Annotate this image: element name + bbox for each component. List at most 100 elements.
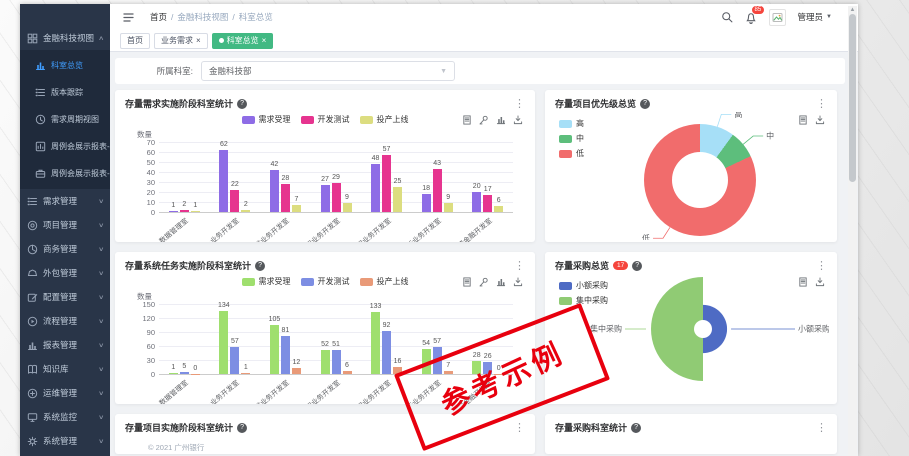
legend-item[interactable]: 需求受理 bbox=[242, 114, 291, 125]
sidebar-item-商务管理[interactable]: 商务管理∨ bbox=[20, 237, 110, 261]
sidebar-item-周例会展示报表-项目[interactable]: 周例会展示报表-项目 bbox=[20, 133, 110, 160]
sidebar-item-配置管理[interactable]: 配置管理∨ bbox=[20, 285, 110, 309]
tab-科室总览[interactable]: 科室总览× bbox=[212, 33, 274, 49]
bar[interactable] bbox=[292, 205, 301, 212]
magic-type-icon[interactable] bbox=[496, 115, 506, 125]
close-icon[interactable]: × bbox=[196, 37, 201, 45]
more-menu-icon[interactable]: ⋮ bbox=[816, 261, 827, 271]
bar[interactable] bbox=[180, 372, 189, 374]
bar-value: 1 bbox=[235, 364, 257, 371]
help-icon[interactable]: ? bbox=[255, 261, 265, 271]
help-icon[interactable]: ? bbox=[237, 99, 247, 109]
bar[interactable] bbox=[444, 203, 453, 212]
more-menu-icon[interactable]: ⋮ bbox=[514, 99, 525, 109]
help-icon[interactable]: ? bbox=[631, 423, 641, 433]
bar[interactable] bbox=[292, 368, 301, 374]
save-image-icon[interactable] bbox=[513, 277, 523, 287]
briefcase-icon bbox=[35, 168, 46, 179]
notification-badge: 85 bbox=[752, 6, 765, 14]
bar[interactable] bbox=[180, 210, 189, 212]
legend-item[interactable]: 需求受理 bbox=[242, 276, 291, 287]
more-menu-icon[interactable]: ⋮ bbox=[514, 423, 525, 433]
sidebar-item-需求管理[interactable]: 需求管理∨ bbox=[20, 189, 110, 213]
bar[interactable] bbox=[472, 192, 481, 212]
bar[interactable] bbox=[382, 331, 391, 374]
search-icon[interactable] bbox=[721, 11, 733, 23]
data-zoom-icon[interactable] bbox=[479, 115, 489, 125]
bar[interactable] bbox=[321, 350, 330, 374]
data-view-icon[interactable] bbox=[462, 115, 472, 125]
sidebar-item-运维管理[interactable]: 运维管理∨ bbox=[20, 381, 110, 405]
sidebar-item-系统管理[interactable]: 系统管理∨ bbox=[20, 429, 110, 453]
sidebar-logo-area bbox=[20, 4, 110, 26]
bar[interactable] bbox=[281, 336, 290, 374]
avatar[interactable] bbox=[769, 9, 786, 26]
help-icon[interactable]: ? bbox=[640, 99, 650, 109]
magic-type-icon[interactable] bbox=[496, 277, 506, 287]
sidebar-item-报表管理[interactable]: 报表管理∨ bbox=[20, 333, 110, 357]
bar[interactable] bbox=[169, 211, 178, 212]
data-view-icon[interactable] bbox=[462, 277, 472, 287]
department-select[interactable]: 金融科技部 ▼ bbox=[201, 61, 455, 81]
scroll-up-arrow[interactable]: ▲ bbox=[848, 6, 857, 14]
breadcrumb-item[interactable]: 金融科技视图 bbox=[177, 11, 228, 23]
sidebar-item-外包管理[interactable]: 外包管理∨ bbox=[20, 261, 110, 285]
sidebar-item-label: 金融科技视图 bbox=[43, 32, 94, 44]
bar[interactable] bbox=[241, 210, 250, 212]
card-title: 存量系统任务实施阶段科室统计 bbox=[125, 259, 251, 272]
bar[interactable] bbox=[169, 373, 178, 374]
more-menu-icon[interactable]: ⋮ bbox=[514, 261, 525, 271]
legend-item[interactable]: 开发测试 bbox=[301, 114, 350, 125]
bar[interactable] bbox=[241, 373, 250, 374]
legend-item[interactable]: 投产上线 bbox=[360, 276, 409, 287]
bar[interactable] bbox=[321, 185, 330, 212]
hamburger-icon[interactable] bbox=[123, 12, 136, 23]
y-tick: 30 bbox=[129, 356, 155, 365]
legend-item[interactable]: 开发测试 bbox=[301, 276, 350, 287]
sidebar-item-周例会展示报表-采购[interactable]: 周例会展示报表-采购 bbox=[20, 160, 110, 187]
y-tick: 0 bbox=[129, 370, 155, 379]
breadcrumb-item[interactable]: 首页 bbox=[150, 11, 167, 23]
save-image-icon[interactable] bbox=[815, 277, 825, 287]
bell-icon[interactable]: 85 bbox=[745, 11, 757, 23]
sidebar-item-需求周期视图[interactable]: 需求周期视图 bbox=[20, 106, 110, 133]
bar[interactable] bbox=[343, 371, 352, 374]
legend-item[interactable]: 投产上线 bbox=[360, 114, 409, 125]
data-zoom-icon[interactable] bbox=[479, 277, 489, 287]
sidebar-item-科室总览[interactable]: 科室总览 bbox=[20, 52, 110, 79]
close-icon[interactable]: × bbox=[262, 37, 267, 45]
more-menu-icon[interactable]: ⋮ bbox=[816, 99, 827, 109]
tab-首页[interactable]: 首页 bbox=[120, 33, 150, 49]
scrollbar-thumb[interactable] bbox=[849, 14, 856, 182]
sidebar-item-版本跟踪[interactable]: 版本跟踪 bbox=[20, 79, 110, 106]
help-icon[interactable]: ? bbox=[632, 261, 642, 271]
scrollbar[interactable]: ▲ bbox=[848, 6, 857, 456]
bar[interactable] bbox=[494, 206, 503, 212]
user-menu[interactable]: 管理员 ▼ bbox=[798, 11, 832, 23]
y-tick: 30 bbox=[129, 178, 155, 187]
chevron-down-icon: ∨ bbox=[98, 390, 104, 397]
data-view-icon[interactable] bbox=[798, 115, 808, 125]
bar[interactable] bbox=[191, 211, 200, 212]
save-image-icon[interactable] bbox=[513, 115, 523, 125]
sidebar-item-金融科技视图[interactable]: 金融科技视图∧ bbox=[20, 26, 110, 50]
help-icon[interactable]: ? bbox=[237, 423, 247, 433]
sidebar-item-label: 商务管理 bbox=[43, 243, 77, 255]
sidebar-item-项目管理[interactable]: 项目管理∨ bbox=[20, 213, 110, 237]
data-view-icon[interactable] bbox=[798, 277, 808, 287]
sidebar-item-系统监控[interactable]: 系统监控∨ bbox=[20, 405, 110, 429]
bar[interactable] bbox=[433, 169, 442, 212]
bar[interactable] bbox=[343, 203, 352, 212]
bar-value: 6 bbox=[336, 362, 358, 369]
pie-icon bbox=[27, 244, 38, 255]
bar[interactable] bbox=[393, 187, 402, 212]
tab-业务需求[interactable]: 业务需求× bbox=[154, 33, 208, 49]
sidebar-item-知识库[interactable]: 知识库∨ bbox=[20, 357, 110, 381]
save-image-icon[interactable] bbox=[815, 115, 825, 125]
bar[interactable] bbox=[422, 194, 431, 212]
sidebar-item-流程管理[interactable]: 流程管理∨ bbox=[20, 309, 110, 333]
svg-text:中: 中 bbox=[766, 131, 774, 141]
bar[interactable] bbox=[371, 164, 380, 212]
bar[interactable] bbox=[191, 374, 200, 375]
more-menu-icon[interactable]: ⋮ bbox=[816, 423, 827, 433]
